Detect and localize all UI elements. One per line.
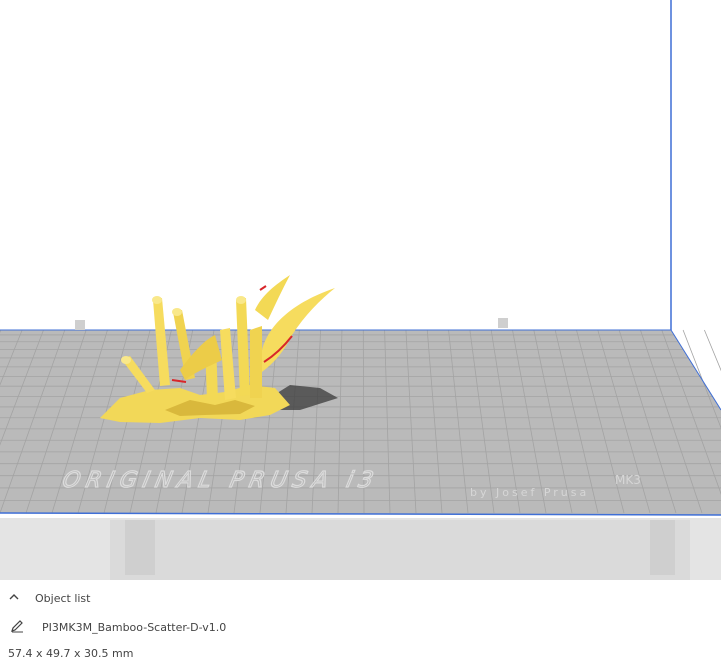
bed-logo-suffix: MK3 [615, 473, 641, 487]
bamboo-stalk-top [172, 308, 182, 316]
object-dimensions-row: 57.4 x 49.7 x 30.5 mm [8, 642, 133, 664]
chevron-up-icon[interactable] [8, 591, 24, 606]
object-list-header[interactable]: Object list [8, 587, 90, 609]
bamboo-leaf [255, 275, 290, 320]
object-name: PI3MK3M_Bamboo-Scatter-D-v1.0 [42, 620, 227, 634]
bamboo-stalk-top [152, 296, 162, 304]
3d-viewport[interactable]: ORIGINAL PRUSA i3 MK3 by Josef Prusa [0, 0, 721, 580]
bamboo-stalk [250, 326, 262, 398]
bed-logo-subtext: by Josef Prusa [470, 486, 589, 499]
object-list-panel: Object list PI3MK3M_Bamboo-Scatter-D-v1.… [0, 580, 721, 669]
bed-clip [75, 320, 85, 330]
bed-frame-foot-left [125, 520, 155, 575]
bed-frame-lip [110, 520, 690, 580]
bed-logo: ORIGINAL PRUSA i3 [60, 467, 382, 493]
object-list-label: Object list [35, 591, 91, 605]
overhang-highlight [259, 285, 267, 291]
bed-frame-foot-right [650, 520, 675, 575]
bamboo-stalk-top [121, 356, 131, 364]
object-list-item[interactable]: PI3MK3M_Bamboo-Scatter-D-v1.0 [10, 616, 226, 638]
bamboo-stalk-top [236, 296, 246, 304]
pencil-icon[interactable] [10, 619, 26, 636]
object-dimensions: 57.4 x 49.7 x 30.5 mm [8, 646, 134, 660]
bed-clip [498, 318, 508, 328]
